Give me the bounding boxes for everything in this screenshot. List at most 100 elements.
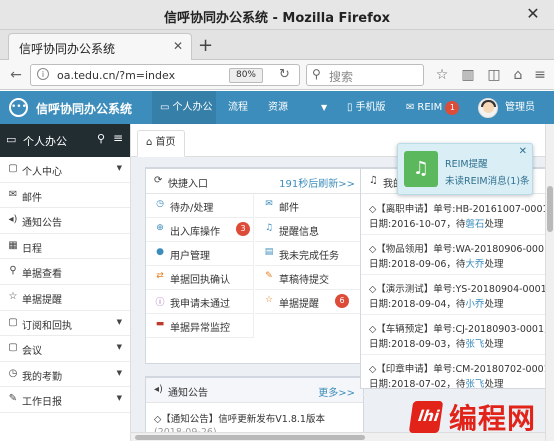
envelope-icon: ✉ xyxy=(8,188,18,200)
list-icon: ▤ xyxy=(264,247,274,257)
quick-exception-monitor[interactable]: ▬ 单据异常监控 xyxy=(146,314,254,338)
reload-icon[interactable]: ↻ xyxy=(279,67,290,82)
menu-icon[interactable]: ≡ xyxy=(530,65,550,85)
topnav-reim[interactable]: ✉ REIM 1 xyxy=(406,91,460,124)
notification-message[interactable]: 未读REIM消息(1)条 xyxy=(445,173,530,187)
refresh-icon: ⟳ xyxy=(154,175,163,186)
caret-down-icon: ▼ xyxy=(116,343,122,352)
notice-more-link[interactable]: 更多>> xyxy=(318,384,355,399)
scrollbar-thumb[interactable] xyxy=(135,435,365,440)
user-name[interactable]: 管理员 xyxy=(505,91,535,124)
quick-receipt-confirm[interactable]: ⇄ 单据回执确认 xyxy=(146,266,254,290)
browser-tab[interactable]: 信呼协同办公系统 ✕ xyxy=(8,33,192,60)
quick-mail[interactable]: ✉ 邮件 xyxy=(255,194,363,218)
desktop-icon: ▭ xyxy=(160,102,170,113)
app-title[interactable]: 信呼协同办公系统 xyxy=(36,100,132,117)
clock-icon: ◷ xyxy=(8,367,18,379)
sidebar: ▭ 个人办公 ⚲ ≡ ▢ 个人中心 ▼ ✉ 邮件 ◂) 通知公告 ▦ 日程 ⚲ … xyxy=(0,124,131,441)
sidebar-item-mail[interactable]: ✉ 邮件 xyxy=(0,183,130,209)
new-tab-icon[interactable]: + xyxy=(198,35,213,56)
sidebar-item-meeting[interactable]: ▢ 会议 ▼ xyxy=(0,336,130,362)
volume-icon: ◂) xyxy=(8,214,18,226)
library-icon[interactable]: ▥ xyxy=(458,65,478,85)
topnav-mobile[interactable]: ▯ 手机版 xyxy=(347,91,386,124)
sidebar-item-attendance[interactable]: ◷ 我的考勤 ▼ xyxy=(0,362,130,388)
list-item[interactable]: ◇【物品领用】单号:WA-20180906-0001, 日期:2018-09-0… xyxy=(361,235,545,275)
reim-badge: 1 xyxy=(445,101,460,115)
sidebar-item-personal-center[interactable]: ▢ 个人中心 ▼ xyxy=(0,157,130,183)
url-text[interactable]: oa.tedu.cn/?m=index xyxy=(57,69,175,82)
clock-icon: ◷ xyxy=(156,199,164,209)
tab-close-icon[interactable]: ✕ xyxy=(173,39,183,53)
search-input[interactable]: ⚲ 搜索 xyxy=(306,64,424,86)
mobile-icon: ▯ xyxy=(347,102,353,113)
tab-home[interactable]: ⌂ 首页 xyxy=(137,130,185,157)
bookmark-icon: ▢ xyxy=(8,342,18,354)
url-bar[interactable]: i oa.tedu.cn/?m=index 80% ↻ xyxy=(30,64,300,86)
close-icon[interactable]: ✕ xyxy=(519,146,527,157)
quick-entry-header: ⟳ 快捷入口 191秒后刷新>> xyxy=(146,169,363,194)
calendar-icon: ▦ xyxy=(8,239,18,251)
quick-user-manage[interactable]: ● 用户管理 xyxy=(146,242,254,266)
caret-down-icon: ▼ xyxy=(116,394,122,403)
sidebar-item-schedule[interactable]: ▦ 日程 xyxy=(0,234,130,260)
tab-title: 信呼协同办公系统 xyxy=(19,42,116,56)
quick-drafts[interactable]: ✎ 草稿待提交 xyxy=(255,266,363,290)
site-info-icon[interactable]: i xyxy=(37,68,49,80)
nav-bar: ← i oa.tedu.cn/?m=index 80% ↻ ⚲ 搜索 ☆ ▥ ◫… xyxy=(0,60,554,90)
list-item[interactable]: ◇【车辆预定】单号:CJ-20180903-0001, 日期:2018-09-0… xyxy=(361,315,545,355)
reim-notification[interactable]: ♫ REIM提醒 未读REIM消息(1)条 ✕ xyxy=(397,143,533,195)
topnav-flow[interactable]: 流程 xyxy=(228,91,248,124)
volume-icon: ◂) xyxy=(154,384,163,395)
list-item[interactable]: ◇【离职申请】单号:HB-20161007-0001 日期:2016-10-07… xyxy=(361,195,545,235)
pocket-icon[interactable]: ◫ xyxy=(484,65,504,85)
notice-item[interactable]: ◇【通知公告】信呼更新发布V1.8.1版本 xyxy=(154,411,325,425)
quick-doc-remind[interactable]: ☆ 单据提醒 6 xyxy=(255,290,363,314)
bell-icon: ♫ xyxy=(264,223,274,233)
sidebar-item-doc-remind[interactable]: ☆ 单据提醒 xyxy=(0,285,130,311)
chat-logo-icon: ••• xyxy=(9,98,28,117)
caret-down-icon: ▼ xyxy=(116,368,122,377)
quick-unfinished-task[interactable]: ▤ 我未完成任务 xyxy=(255,242,363,266)
edit-icon: ✎ xyxy=(265,271,273,281)
sidebar-item-doc-view[interactable]: ⚲ 单据查看 xyxy=(0,259,130,285)
avatar[interactable] xyxy=(478,98,498,118)
back-icon[interactable]: ← xyxy=(6,65,26,85)
bookmark-icon: ▢ xyxy=(8,163,18,174)
caret-down-icon: ▼ xyxy=(116,164,122,172)
edit-icon: ✎ xyxy=(8,393,18,405)
sidebar-item-notice[interactable]: ◂) 通知公告 xyxy=(0,208,130,234)
sidebar-item-subscribe[interactable]: ▢ 订阅和回执 ▼ xyxy=(0,311,130,337)
scrollbar-thumb[interactable] xyxy=(547,186,553,232)
comment-icon: ✉ xyxy=(406,102,415,113)
quick-todo[interactable]: ◷ 待办/处理 xyxy=(146,194,254,218)
refresh-countdown-link[interactable]: 191秒后刷新>> xyxy=(279,175,355,190)
quick-rejected[interactable]: ⓘ 我申请未通过 xyxy=(146,290,254,314)
briefcase-icon: ▬ xyxy=(155,319,165,329)
app-header: ••• 信呼协同办公系统 ▭ 个人办公 流程 资源 ▼ ▯ 手机版 ✉ REIM 1 … xyxy=(0,91,554,124)
topnav-resource[interactable]: 资源 xyxy=(268,91,288,124)
quick-stock[interactable]: ⊕ 出入库操作 3 xyxy=(146,218,254,242)
sidebar-header: ▭ 个人办公 ⚲ ≡ xyxy=(0,124,130,157)
search-icon: ⚲ xyxy=(9,265,17,277)
bookmark-star-icon[interactable]: ☆ xyxy=(432,65,452,85)
list-item[interactable]: ◇【演示测试】单号:YS-20180904-0001, 日期:2018-09-0… xyxy=(361,275,545,315)
watermark-logo: lhi 编程网 xyxy=(408,393,554,441)
zoom-level[interactable]: 80% xyxy=(229,68,263,83)
notification-title: REIM提醒 xyxy=(445,159,488,170)
menu-toggle-icon[interactable]: ≡ xyxy=(113,131,123,145)
home-icon: ⌂ xyxy=(146,137,153,148)
stock-badge: 3 xyxy=(236,222,250,236)
topnav-personal[interactable]: ▭ 个人办公 xyxy=(152,91,216,124)
search-icon[interactable]: ⚲ xyxy=(97,132,105,145)
plus-circle-icon: ⊕ xyxy=(156,223,164,233)
list-item[interactable]: ◇【印章申请】单号:CM-20180702-0001 日期:2018-07-02… xyxy=(361,355,545,395)
quick-entry-title: 快捷入口 xyxy=(168,179,208,190)
home-icon[interactable]: ⌂ xyxy=(508,65,528,85)
bell-icon: ♫ xyxy=(404,151,438,187)
info-circle-icon: ⓘ xyxy=(155,298,165,308)
window-close-icon[interactable]: ✕ xyxy=(524,5,542,23)
sidebar-item-daily-report[interactable]: ✎ 工作日报 ▼ xyxy=(0,387,130,413)
quick-remind-info[interactable]: ♫ 提醒信息 xyxy=(255,218,363,242)
caret-down-icon[interactable]: ▼ xyxy=(321,91,327,124)
